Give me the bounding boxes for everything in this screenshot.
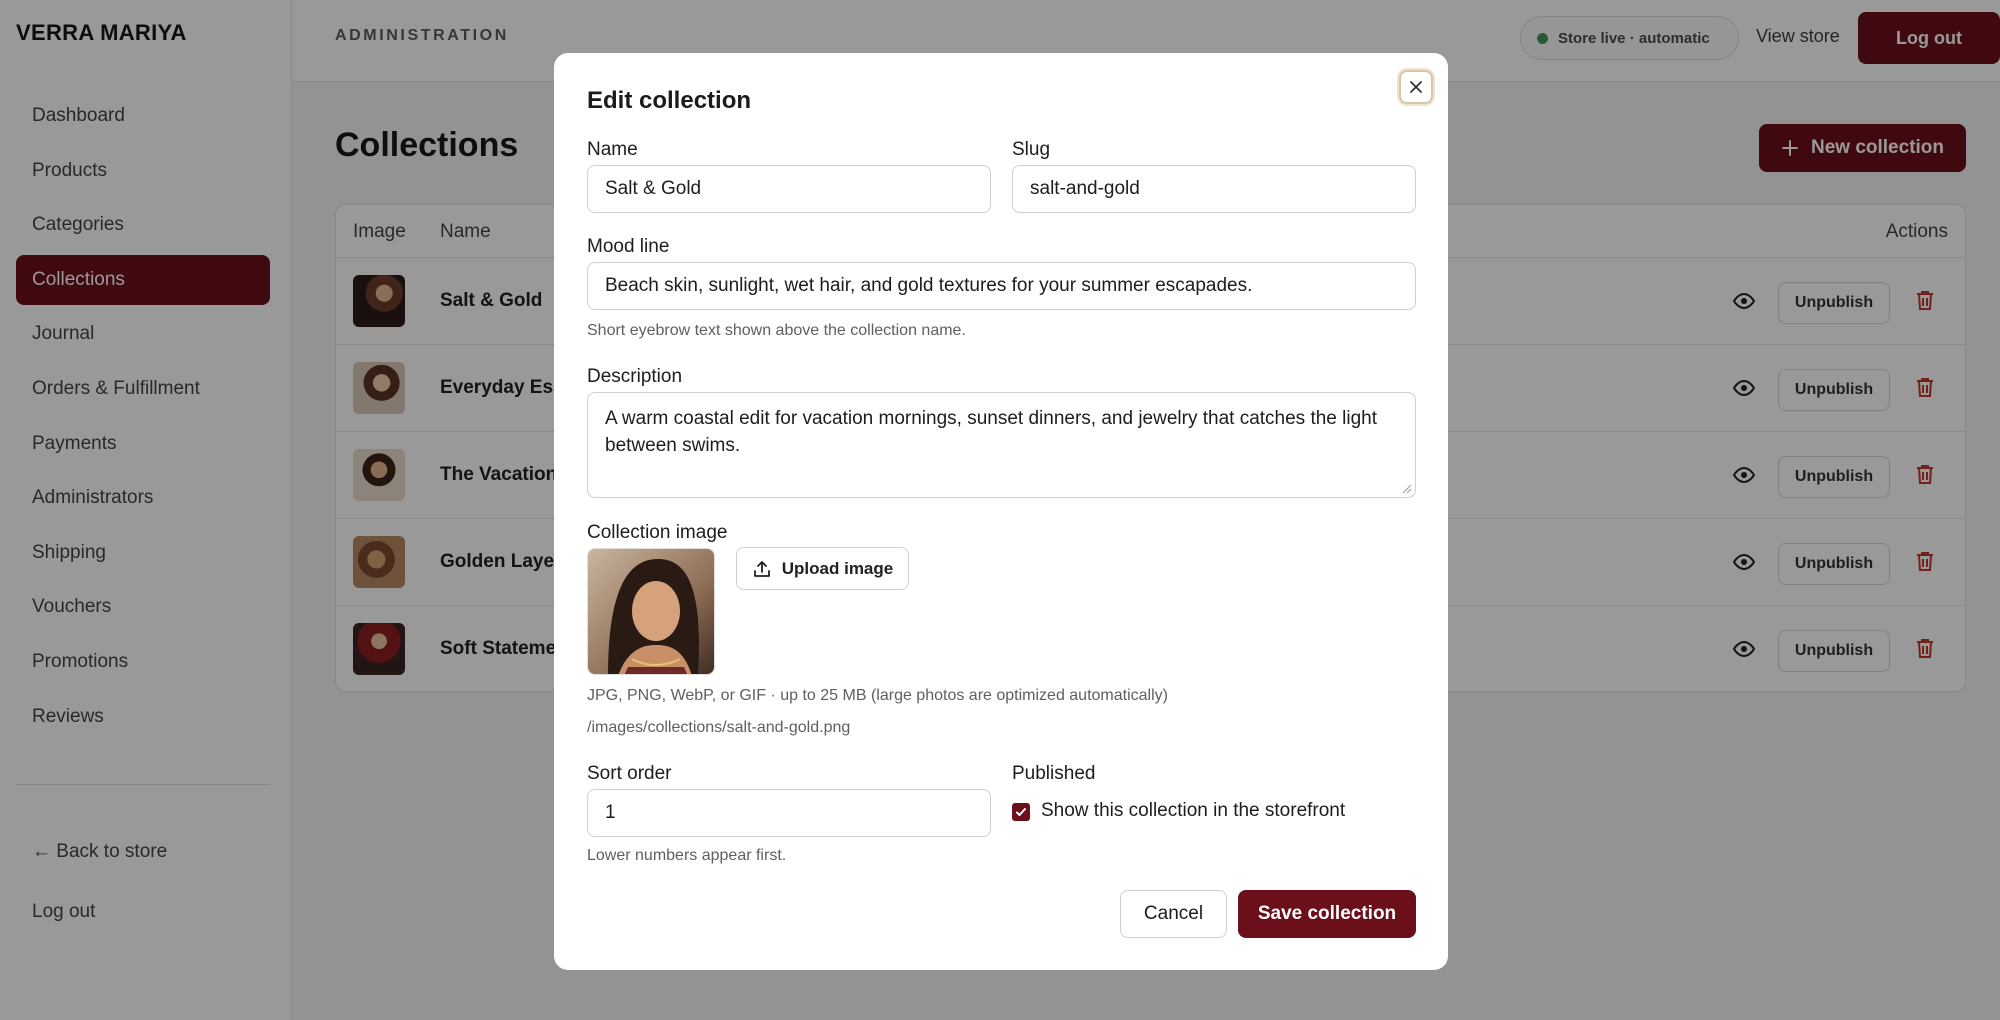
- published-label: Published: [1012, 763, 1096, 784]
- modal-title: Edit collection: [587, 87, 752, 114]
- published-checkbox[interactable]: [1012, 803, 1030, 821]
- collection-image-preview: [587, 548, 715, 675]
- mood-line-hint: Short eyebrow text shown above the colle…: [587, 322, 966, 339]
- upload-image-label: Upload image: [781, 558, 894, 578]
- upload-icon: [753, 560, 770, 577]
- upload-image-button[interactable]: Upload image: [736, 547, 909, 590]
- description-text: A warm coastal edit for vacation morning…: [605, 408, 1378, 456]
- description-label: Description: [587, 366, 683, 387]
- sort-order-input[interactable]: 1: [587, 789, 991, 837]
- sort-order-label: Sort order: [587, 763, 672, 784]
- close-button[interactable]: [1399, 70, 1433, 104]
- description-textarea[interactable]: A warm coastal edit for vacation morning…: [587, 392, 1416, 498]
- edit-collection-modal: Edit collection Name Salt & Gold Slug sa…: [554, 53, 1448, 970]
- published-checkbox-label[interactable]: Show this collection in the storefront: [1041, 800, 1345, 822]
- image-path: /images/collections/salt-and-gold.png: [587, 719, 851, 736]
- slug-input[interactable]: salt-and-gold: [1012, 165, 1416, 213]
- resize-handle-icon[interactable]: [1402, 484, 1412, 494]
- name-label: Name: [587, 139, 638, 160]
- mood-line-input[interactable]: Beach skin, sunlight, wet hair, and gold…: [587, 262, 1416, 310]
- slug-label: Slug: [1012, 139, 1051, 160]
- image-format-hint: JPG, PNG, WebP, or GIF · up to 25 MB (la…: [587, 687, 1168, 704]
- collection-image-label: Collection image: [587, 522, 728, 543]
- checkmark-icon: [1016, 808, 1026, 816]
- close-icon: [1410, 81, 1422, 93]
- save-collection-button[interactable]: Save collection: [1238, 890, 1416, 938]
- name-input[interactable]: Salt & Gold: [587, 165, 991, 213]
- collection-photo: [588, 549, 714, 674]
- mood-line-label: Mood line: [587, 236, 670, 257]
- cancel-button[interactable]: Cancel: [1120, 890, 1227, 938]
- sort-order-hint: Lower numbers appear first.: [587, 847, 787, 864]
